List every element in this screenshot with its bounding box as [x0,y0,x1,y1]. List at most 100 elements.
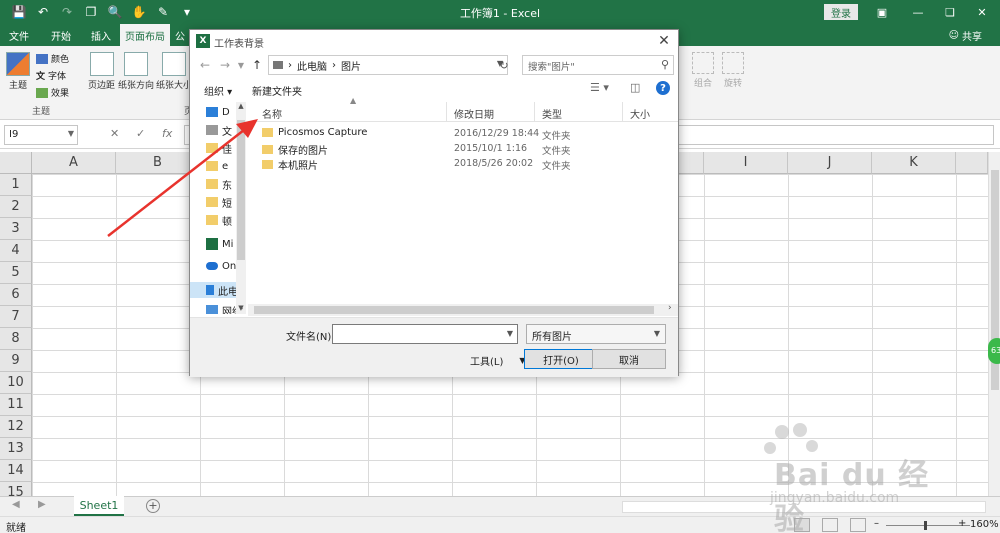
zoom-slider-thumb[interactable] [924,521,927,530]
margins-button[interactable]: 页边距 [88,52,115,91]
column-header[interactable]: A [32,152,116,174]
insert-function-button[interactable]: fx [162,127,172,140]
nav-item[interactable]: 佳 [206,140,232,156]
dialog-close-icon[interactable]: ✕ [656,33,672,49]
row-header[interactable]: 3 [0,218,32,240]
restore-icon[interactable]: ❏ [938,3,962,21]
column-type[interactable]: 类型 [542,106,562,121]
file-list-horizontal-scrollbar[interactable]: ‹ › [240,303,678,316]
row-header[interactable]: 5 [0,262,32,284]
tab-insert[interactable]: 插入 [84,24,118,46]
themes-button[interactable]: 主题 [6,52,30,91]
scroll-thumb[interactable] [237,120,245,260]
row-header[interactable]: 8 [0,328,32,350]
list-item[interactable]: Picosmos Capture 2016/12/29 18:44 文件夹 [248,126,678,142]
pen-icon[interactable]: ✎ [152,3,174,21]
nav-item[interactable]: 东 [206,176,232,192]
breadcrumb-pictures[interactable]: 图片 [341,58,361,73]
close-icon[interactable]: ✕ [970,3,994,21]
scroll-up-icon[interactable]: ▲ [236,102,246,110]
login-button[interactable]: 登录 [824,4,858,20]
search-input[interactable]: 搜索"图片" ⚲ [522,55,674,75]
select-all-corner[interactable] [0,152,32,174]
list-item[interactable]: 本机照片 2018/5/26 20:02 文件夹 [248,156,678,172]
column-header[interactable]: I [704,152,788,174]
zoom-level[interactable]: 160% [970,519,999,530]
next-sheet-icon[interactable]: ▶ [38,499,46,510]
name-box[interactable]: I9 ▼ [4,125,78,145]
scroll-thumb[interactable] [254,306,654,314]
column-name[interactable]: 名称 [262,106,282,121]
recent-chevron-icon[interactable]: ▼ [234,57,248,73]
help-icon[interactable]: ? [656,81,670,95]
open-button[interactable]: 打开(O) [524,349,598,369]
chevron-down-icon[interactable]: ▼ [507,329,513,338]
address-bar[interactable]: › 此电脑 › 图片 ▼ [268,55,508,75]
orientation-button[interactable]: 纸张方向 [118,52,154,91]
effects-button[interactable]: 效果 [36,86,69,99]
fonts-button[interactable]: 文字体 [36,69,66,82]
nav-item[interactable]: 顿 [206,212,232,228]
confirm-icon[interactable]: ✓ [136,127,145,140]
row-header[interactable]: 7 [0,306,32,328]
filename-input[interactable]: ▼ [332,324,518,344]
scroll-left-icon[interactable]: ‹ [240,303,244,313]
side-bubble[interactable]: 63 [988,338,1000,364]
back-icon[interactable]: ← [198,57,212,73]
row-header[interactable]: 2 [0,196,32,218]
minimize-icon[interactable]: — [906,3,930,21]
organize-button[interactable]: 组织 ▾ [204,83,232,98]
column-header[interactable]: J [788,152,872,174]
undo-icon[interactable]: ↶ [32,3,54,21]
nav-item[interactable]: 文 [206,122,232,138]
nav-item[interactable]: On [206,258,236,274]
tab-file[interactable]: 文件 [4,24,34,46]
row-header[interactable]: 11 [0,394,32,416]
zoom-in-icon[interactable]: + [958,518,966,529]
share-button[interactable]: ☺ 共享 [949,28,982,43]
preview-pane-icon[interactable]: ◫ [630,81,640,94]
row-header[interactable]: 6 [0,284,32,306]
normal-view-icon[interactable] [794,518,810,532]
prev-sheet-icon[interactable]: ◀ [12,499,20,510]
row-header[interactable]: 9 [0,350,32,372]
column-date[interactable]: 修改日期 [454,106,494,121]
row-header[interactable]: 10 [0,372,32,394]
touch-mode-icon[interactable]: ✋ [128,3,150,21]
nav-item[interactable]: 此电 [190,282,238,298]
row-header[interactable]: 14 [0,460,32,482]
sheet-tab-sheet1[interactable]: Sheet1 [74,496,124,516]
column-size[interactable]: 大小 [630,106,650,121]
row-header[interactable]: 15 [0,482,32,496]
redo-icon[interactable]: ↷ [56,3,78,21]
column-header[interactable]: K [872,152,956,174]
page-break-view-icon[interactable] [850,518,866,532]
cancel-button[interactable]: 取消 [592,349,666,369]
nav-item[interactable]: Mi [206,236,233,252]
up-icon[interactable]: ↑ [250,57,264,73]
copy-icon[interactable]: ❐ [80,3,102,21]
row-header[interactable]: 12 [0,416,32,438]
column-header[interactable]: B [116,152,200,174]
refresh-icon[interactable]: ↻ [496,55,512,75]
forward-icon[interactable]: → [218,57,232,73]
list-item[interactable]: 保存的图片 2015/10/1 1:16 文件夹 [248,141,678,157]
print-preview-icon[interactable]: 🔍 [104,3,126,21]
colors-button[interactable]: 颜色 [36,52,69,65]
nav-item[interactable]: e [206,158,228,174]
zoom-out-icon[interactable]: – [874,518,879,529]
nav-item[interactable]: D [206,104,230,120]
horizontal-scrollbar[interactable] [622,501,986,513]
scroll-right-icon[interactable]: › [668,303,672,313]
tools-button[interactable]: 工具(L) ▼ [470,353,526,368]
nav-item[interactable]: 短 [206,194,232,210]
add-sheet-icon[interactable]: + [146,499,160,513]
cancel-icon[interactable]: ✕ [110,127,119,140]
file-type-select[interactable]: 所有图片 ▼ [526,324,666,344]
nav-pane-scrollbar[interactable]: ▲ ▼ [236,102,246,314]
row-header[interactable]: 4 [0,240,32,262]
tab-home[interactable]: 开始 [44,24,78,46]
tab-page-layout[interactable]: 页面布局 [120,24,170,46]
size-button[interactable]: 纸张大小 [156,52,192,91]
breadcrumb-this-pc[interactable]: 此电脑 [297,58,327,73]
